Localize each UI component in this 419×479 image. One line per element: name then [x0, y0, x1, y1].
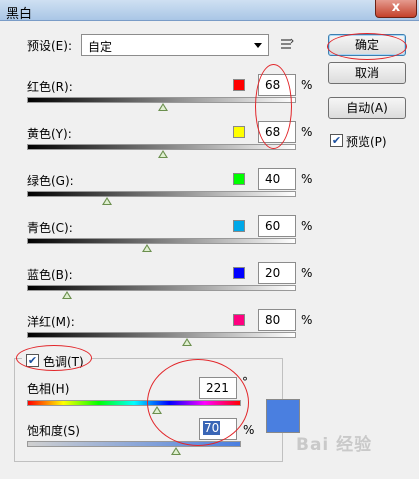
- channel-color-swatch: [233, 126, 245, 138]
- channel-slider-thumb[interactable]: [102, 197, 112, 205]
- preview-label: 预览(P): [346, 135, 387, 149]
- preset-dropdown[interactable]: 自定: [81, 34, 269, 56]
- watermark: Bai 经验: [296, 435, 373, 455]
- channel-slider-thumb[interactable]: [158, 103, 168, 111]
- preset-label: 预设(E):: [27, 39, 72, 53]
- channel-percent: %: [301, 313, 313, 327]
- cancel-button[interactable]: 取消: [328, 62, 406, 84]
- close-button[interactable]: x: [375, 0, 417, 18]
- channel-slider-thumb[interactable]: [142, 244, 152, 252]
- channel-slider-thumb[interactable]: [62, 291, 72, 299]
- channel-percent: %: [301, 125, 313, 139]
- channel-label: 红色(R):: [27, 80, 73, 94]
- channel-slider-thumb[interactable]: [182, 338, 192, 346]
- channel-color-swatch: [233, 267, 245, 279]
- channel-color-swatch: [233, 314, 245, 326]
- channel-value-input[interactable]: 20: [258, 262, 296, 284]
- window-title: 黑白: [6, 7, 33, 22]
- channel-slider-track[interactable]: [27, 238, 296, 244]
- auto-button[interactable]: 自动(A): [328, 97, 406, 119]
- annotation-ellipse-tint: [16, 345, 92, 371]
- annotation-ellipse-red-yellow: [255, 64, 292, 149]
- channel-percent: %: [301, 266, 313, 280]
- channel-color-swatch: [233, 173, 245, 185]
- preview-checkbox[interactable]: ✔: [330, 134, 343, 147]
- preset-value: 自定: [88, 40, 113, 54]
- tint-color-swatch[interactable]: [266, 399, 300, 433]
- channel-slider-track[interactable]: [27, 332, 296, 338]
- saturation-label: 饱和度(S): [27, 424, 80, 438]
- channel-percent: %: [301, 172, 313, 186]
- channel-percent: %: [301, 78, 313, 92]
- channel-color-swatch: [233, 79, 245, 91]
- saturation-slider-thumb[interactable]: [171, 447, 181, 455]
- channel-label: 蓝色(B):: [27, 268, 73, 282]
- channel-value-input[interactable]: 40: [258, 168, 296, 190]
- channel-slider-thumb[interactable]: [158, 150, 168, 158]
- channel-color-swatch: [233, 220, 245, 232]
- chevron-down-icon: [254, 43, 262, 48]
- channel-label: 黄色(Y):: [27, 127, 72, 141]
- channel-label: 青色(C):: [27, 221, 73, 235]
- saturation-unit: %: [243, 423, 255, 437]
- channel-label: 洋红(M):: [27, 315, 75, 329]
- channel-value-input[interactable]: 80: [258, 309, 296, 331]
- channel-label: 绿色(G):: [27, 174, 74, 188]
- annotation-ellipse-hue-sat: [147, 359, 249, 446]
- channel-slider-track[interactable]: [27, 191, 296, 197]
- channel-value-input[interactable]: 60: [258, 215, 296, 237]
- preset-options-icon[interactable]: [279, 36, 295, 52]
- channel-percent: %: [301, 219, 313, 233]
- title-bar: [0, 0, 419, 21]
- annotation-ellipse-ok: [327, 33, 407, 60]
- hue-label: 色相(H): [27, 382, 70, 396]
